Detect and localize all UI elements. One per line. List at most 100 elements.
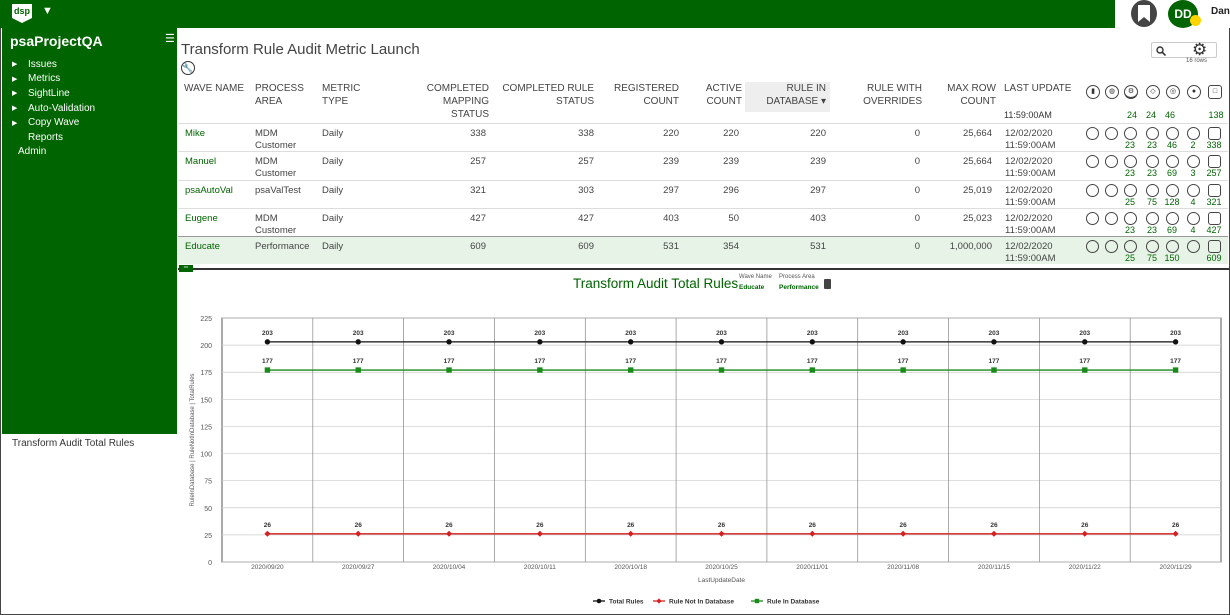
chart-icon[interactable]: ▮ — [1086, 85, 1100, 99]
wave-name-cell[interactable]: Manuel — [185, 156, 245, 168]
sidebar-item-admin[interactable]: Admin — [2, 145, 177, 160]
frame-icon[interactable] — [1208, 240, 1221, 254]
cube-icon[interactable] — [1146, 155, 1159, 169]
sidebar-item-reports[interactable]: Reports — [2, 130, 177, 145]
rule-overrides-cell: 0 — [914, 156, 920, 168]
chart-icon[interactable] — [1086, 155, 1099, 169]
completed-rule-cell: 257 — [578, 156, 594, 168]
process-area-cell-line2: Customer — [255, 224, 297, 236]
project-title[interactable]: psaProjectQA — [10, 33, 103, 49]
chart-icon[interactable] — [1086, 240, 1099, 254]
globe-icon[interactable] — [1105, 183, 1118, 197]
x-tick-label: 2020/10/18 — [614, 564, 647, 571]
max-row-count-cell: 25,664 — [962, 156, 992, 168]
device-icon[interactable] — [824, 279, 831, 289]
sidebar-item-metrics[interactable]: ▶ Metrics — [2, 72, 177, 87]
bookmark-button[interactable] — [1131, 0, 1157, 27]
process-area-filter[interactable]: Process Area Performance — [779, 274, 819, 291]
sidebar-item-auto-validation[interactable]: ▶ Auto-Validation — [2, 101, 177, 116]
cube-icon[interactable] — [1146, 240, 1159, 254]
cube-icon[interactable]: ◇ — [1146, 85, 1160, 99]
menu-icon[interactable]: ☰ — [165, 32, 175, 45]
frame-icon[interactable] — [1208, 127, 1221, 140]
globe-icon[interactable] — [1105, 127, 1118, 140]
data-point — [900, 339, 906, 345]
cube-icon[interactable] — [1146, 183, 1159, 197]
frame-icon[interactable] — [1208, 211, 1221, 225]
logo[interactable]: dsp — [10, 2, 34, 24]
rule-in-database-cell: 403 — [810, 212, 826, 224]
table-row[interactable]: Manuel MDM Daily 257 257 239 239 239 0 25,664 12/0… — [178, 151, 1228, 179]
panel-divider[interactable] — [178, 268, 1230, 270]
wave-name-cell[interactable]: Eugene — [185, 213, 245, 225]
col-rule-in-database[interactable]: RULE IN DATABASE ▾ — [745, 82, 830, 112]
chart-icon[interactable] — [1086, 211, 1099, 225]
target-icon[interactable] — [1166, 240, 1179, 254]
chart-icon[interactable] — [1086, 127, 1099, 140]
person-icon[interactable] — [1187, 183, 1200, 197]
table-row[interactable]: Eugene MDM Daily 427 427 403 50 403 0 25,023 12/02… — [178, 207, 1228, 236]
data-label: 26 — [627, 522, 635, 529]
icon-count: 2 — [1190, 140, 1196, 150]
table-row[interactable]: psaAutoVal psaValTest Daily 321 303 297 296 297… — [178, 179, 1228, 208]
data-label: 203 — [1170, 330, 1181, 337]
legend-label: Rule In Database — [767, 599, 820, 606]
y-tick-label: 0 — [208, 560, 212, 567]
wave-name-cell[interactable]: Mike — [185, 128, 245, 140]
target-icon[interactable] — [1166, 183, 1179, 197]
gears-icon[interactable] — [1124, 211, 1137, 225]
sidebar-item-issues[interactable]: ▶ Issues — [2, 57, 177, 72]
icon-count: 321 — [1206, 196, 1222, 207]
data-label: 26 — [264, 522, 272, 529]
user-name[interactable]: Dan — [1211, 6, 1230, 17]
frame-icon[interactable] — [1208, 183, 1221, 197]
table-row[interactable]: Mike MDM Daily 338 338 220 220 220 0 25,664 12/02/… — [178, 123, 1228, 151]
y-tick-label: 50 — [204, 506, 212, 513]
app-menu-caret-icon[interactable]: ▼ — [42, 5, 53, 17]
data-point — [809, 339, 816, 345]
icon-count: 23 — [1146, 140, 1157, 150]
target-icon[interactable]: ◎ — [1166, 85, 1180, 99]
chart-icon[interactable] — [1086, 183, 1099, 197]
data-label: 203 — [534, 330, 545, 337]
wave-name-cell[interactable]: Educate — [185, 241, 245, 253]
gears-icon[interactable] — [1124, 127, 1137, 140]
wrench-icon[interactable]: 🔧 — [181, 61, 195, 75]
person-icon[interactable] — [1187, 211, 1200, 225]
target-icon[interactable] — [1166, 155, 1179, 169]
gears-icon[interactable] — [1124, 155, 1137, 169]
metric-type-cell: Daily — [322, 212, 344, 224]
person-icon[interactable] — [1187, 155, 1200, 169]
globe-icon[interactable] — [1105, 240, 1118, 254]
data-point — [264, 339, 271, 345]
cube-icon[interactable] — [1146, 127, 1159, 140]
person-icon[interactable] — [1187, 240, 1200, 254]
table-row[interactable]: Educate Performance Daily 609 609 531 354 531 0 1… — [178, 236, 1228, 265]
wave-name-cell[interactable]: psaAutoVal — [185, 185, 245, 197]
completed-mapping-cell: 609 — [470, 241, 486, 253]
frame-icon[interactable]: □ — [1208, 85, 1222, 99]
data-point — [627, 367, 634, 373]
caret-right-icon: ▶ — [12, 61, 18, 69]
globe-icon[interactable]: ◍ — [1105, 85, 1119, 99]
globe-icon[interactable] — [1105, 211, 1118, 225]
divider-handle[interactable]: ═ — [179, 265, 193, 272]
globe-icon[interactable] — [1105, 155, 1118, 169]
gears-icon[interactable]: ⚙ — [1124, 85, 1138, 99]
gears-icon[interactable] — [1124, 183, 1137, 197]
target-icon[interactable] — [1166, 211, 1179, 225]
last-update-time-cell: 11:59:00AM — [1005, 253, 1056, 265]
person-icon[interactable] — [1187, 127, 1200, 140]
target-icon[interactable] — [1166, 127, 1179, 140]
cube-icon[interactable] — [1146, 211, 1159, 225]
frame-icon[interactable] — [1208, 155, 1221, 169]
person-icon[interactable]: ● — [1187, 85, 1201, 99]
gear-icon[interactable]: ⚙ — [1192, 40, 1207, 60]
data-label: 26 — [536, 522, 544, 529]
gears-icon[interactable] — [1124, 240, 1137, 254]
sidebar-item-copy-wave[interactable]: ▶ Copy Wave — [2, 115, 177, 130]
data-label: 26 — [1172, 522, 1180, 529]
data-point — [355, 339, 361, 345]
wave-name-filter[interactable]: Wave Name Educate — [739, 274, 772, 291]
sidebar-item-sightline[interactable]: ▶ SightLine — [2, 86, 177, 101]
